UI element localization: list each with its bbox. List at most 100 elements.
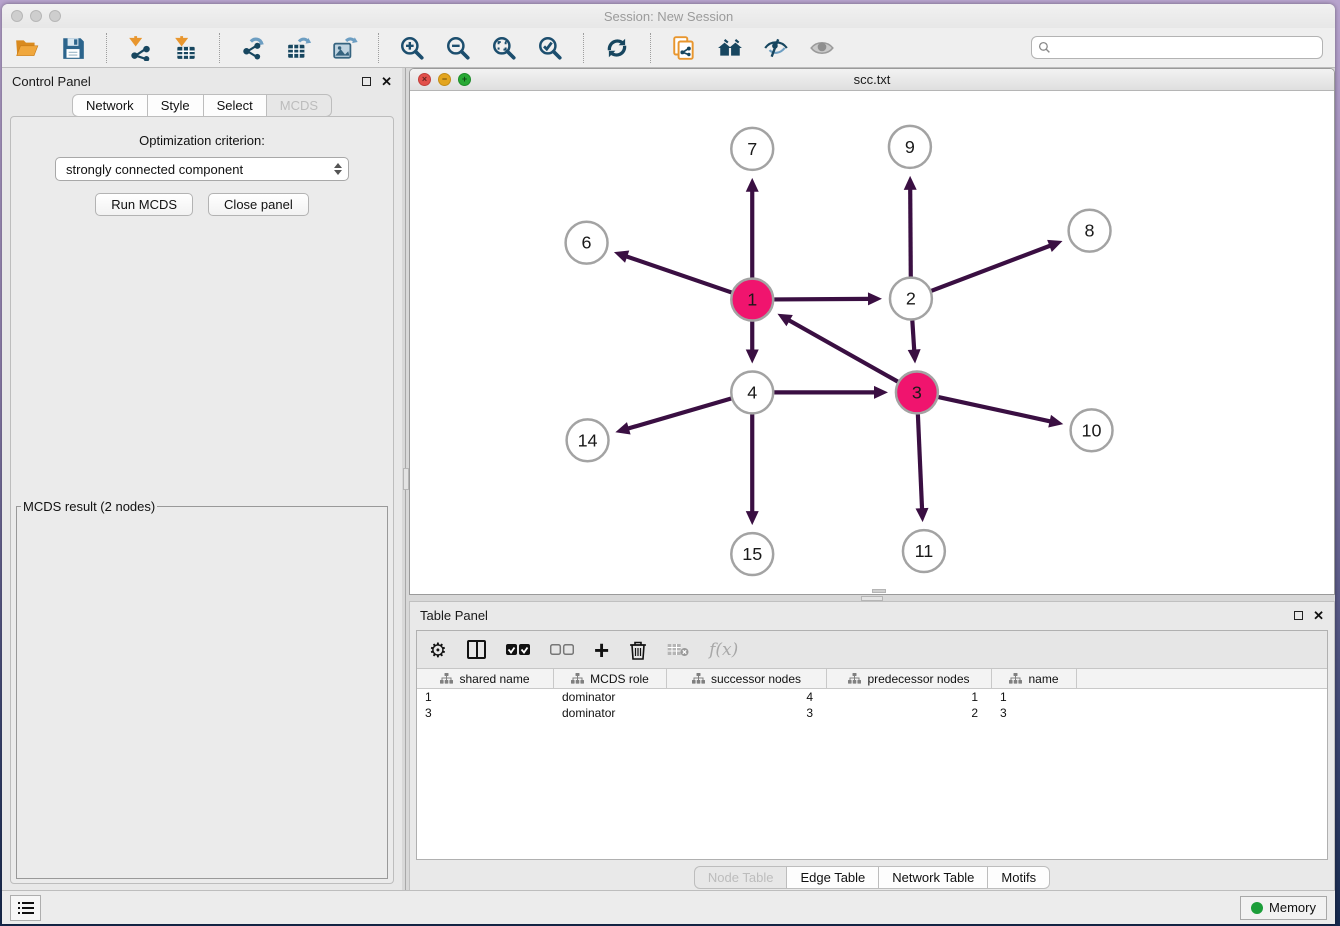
- graph-edge-1-6[interactable]: [614, 250, 732, 292]
- graph-edge-3-1[interactable]: [777, 314, 897, 382]
- delete-column-icon[interactable]: [629, 640, 647, 660]
- search-box[interactable]: [1031, 36, 1323, 59]
- graph-edge-3-11[interactable]: [916, 414, 929, 522]
- network-maximize-button[interactable]: +: [458, 73, 471, 86]
- zoom-fit-icon[interactable]: [489, 33, 519, 63]
- graph-edge-1-7[interactable]: [746, 178, 759, 278]
- apply-layout-icon[interactable]: [602, 33, 632, 63]
- export-network-icon[interactable]: [238, 33, 268, 63]
- table-cell[interactable]: 3: [667, 706, 827, 720]
- show-all-icon[interactable]: [807, 33, 837, 63]
- graph-node-1[interactable]: 1: [731, 279, 773, 321]
- mcds-result-group: MCDS result (2 nodes) 1 3: [16, 499, 388, 879]
- graph-node-14[interactable]: 14: [567, 419, 609, 461]
- table-cell[interactable]: 3: [992, 706, 1077, 720]
- network-graph[interactable]: 7 9 6 8 1 2 4 3 14 10 15 11: [410, 91, 1334, 594]
- task-history-button[interactable]: [10, 895, 41, 921]
- tab-motifs[interactable]: Motifs: [988, 866, 1050, 889]
- function-builder-icon[interactable]: f(x): [709, 640, 738, 660]
- control-panel: Control Panel ✕ Network Style Select MCD…: [2, 68, 402, 890]
- float-panel-icon[interactable]: [362, 77, 371, 86]
- graph-edge-3-10[interactable]: [938, 397, 1063, 427]
- optimization-criterion-select[interactable]: strongly connected component: [55, 157, 349, 181]
- close-panel-button[interactable]: Close panel: [208, 193, 309, 216]
- column-header-shared-name[interactable]: shared name: [417, 669, 554, 688]
- svg-text:11: 11: [915, 541, 934, 561]
- graph-node-4[interactable]: 4: [731, 371, 773, 413]
- graph-edge-4-14[interactable]: [615, 399, 731, 435]
- canvas-resize-grip[interactable]: [872, 589, 886, 593]
- first-neighbors-icon[interactable]: [715, 33, 745, 63]
- column-header-successor-nodes[interactable]: successor nodes: [667, 669, 827, 688]
- vertical-splitter-handle[interactable]: [403, 468, 409, 490]
- graph-node-7[interactable]: 7: [731, 128, 773, 170]
- graph-node-9[interactable]: 9: [889, 126, 931, 168]
- table-cell[interactable]: 4: [667, 690, 827, 704]
- graph-edge-2-8[interactable]: [931, 240, 1062, 291]
- float-table-panel-icon[interactable]: [1294, 611, 1303, 620]
- hide-selected-icon[interactable]: [761, 33, 791, 63]
- search-icon: [1038, 41, 1051, 54]
- window-title: Session: New Session: [2, 9, 1335, 24]
- graph-edge-2-3[interactable]: [908, 320, 921, 363]
- tab-network-table[interactable]: Network Table: [879, 866, 988, 889]
- add-column-icon[interactable]: +: [594, 640, 609, 660]
- graph-node-15[interactable]: 15: [731, 533, 773, 575]
- import-network-icon[interactable]: [125, 33, 155, 63]
- tab-style[interactable]: Style: [148, 94, 204, 117]
- split-columns-icon[interactable]: [467, 640, 486, 659]
- delete-table-icon[interactable]: [667, 643, 689, 657]
- vertical-splitter[interactable]: [402, 68, 409, 890]
- run-mcds-button[interactable]: Run MCDS: [95, 193, 193, 216]
- close-table-panel-icon[interactable]: ✕: [1313, 609, 1324, 622]
- column-header-predecessor-nodes[interactable]: predecessor nodes: [827, 669, 992, 688]
- table-cell[interactable]: 3: [417, 706, 554, 720]
- save-session-icon[interactable]: [58, 33, 88, 63]
- status-bar: Memory: [2, 890, 1335, 924]
- memory-button[interactable]: Memory: [1240, 896, 1327, 920]
- network-minimize-button[interactable]: −: [438, 73, 451, 86]
- search-input[interactable]: [1055, 41, 1316, 55]
- table-cell[interactable]: 1: [992, 690, 1077, 704]
- graph-edge-4-15[interactable]: [746, 414, 759, 525]
- tab-mcds[interactable]: MCDS: [267, 94, 332, 117]
- tab-node-table[interactable]: Node Table: [694, 866, 788, 889]
- zoom-in-icon[interactable]: [397, 33, 427, 63]
- table-cell[interactable]: dominator: [554, 690, 667, 704]
- table-cell[interactable]: 2: [827, 706, 992, 720]
- tab-network[interactable]: Network: [72, 94, 148, 117]
- unselect-all-columns-icon[interactable]: [550, 644, 574, 656]
- table-row[interactable]: 1dominator411: [417, 689, 1327, 705]
- graph-node-2[interactable]: 2: [890, 278, 932, 320]
- column-header-name[interactable]: name: [992, 669, 1077, 688]
- graph-edge-1-4[interactable]: [746, 322, 759, 364]
- graph-node-3[interactable]: 3: [896, 371, 938, 413]
- column-header-MCDS-role[interactable]: MCDS role: [554, 669, 667, 688]
- zoom-selected-icon[interactable]: [535, 33, 565, 63]
- tab-edge-table[interactable]: Edge Table: [787, 866, 879, 889]
- graph-edge-2-9[interactable]: [904, 176, 917, 277]
- import-table-icon[interactable]: [171, 33, 201, 63]
- tab-select[interactable]: Select: [204, 94, 267, 117]
- graph-node-8[interactable]: 8: [1069, 210, 1111, 252]
- graph-edge-1-2[interactable]: [774, 292, 882, 305]
- export-image-icon[interactable]: [330, 33, 360, 63]
- table-row[interactable]: 3dominator323: [417, 705, 1327, 721]
- graph-node-11[interactable]: 11: [903, 530, 945, 572]
- network-close-button[interactable]: ×: [418, 73, 431, 86]
- close-panel-icon[interactable]: ✕: [381, 75, 392, 88]
- export-table-icon[interactable]: [284, 33, 314, 63]
- table-cell[interactable]: 1: [827, 690, 992, 704]
- gear-icon[interactable]: ⚙: [429, 640, 447, 660]
- graph-edge-4-3[interactable]: [774, 386, 888, 399]
- table-cell[interactable]: 1: [417, 690, 554, 704]
- clone-network-icon[interactable]: [669, 33, 699, 63]
- open-file-icon[interactable]: [12, 33, 42, 63]
- zoom-out-icon[interactable]: [443, 33, 473, 63]
- graph-node-10[interactable]: 10: [1071, 409, 1113, 451]
- horizontal-splitter-handle[interactable]: [861, 596, 883, 601]
- graph-node-6[interactable]: 6: [566, 222, 608, 264]
- table-cell[interactable]: dominator: [554, 706, 667, 720]
- network-canvas[interactable]: 7 9 6 8 1 2 4 3 14 10 15 11: [410, 91, 1334, 594]
- select-all-columns-icon[interactable]: [506, 644, 530, 656]
